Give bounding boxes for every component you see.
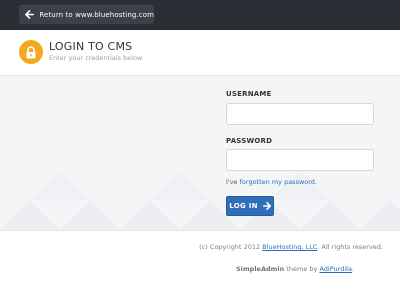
theme-name: SimpleAdmin — [235, 265, 285, 273]
forgot-password-text: I've forgotten my password. — [226, 178, 317, 186]
copyright-suffix: . All rights reserved. — [317, 243, 383, 251]
company-link[interactable]: BlueHosting, LLC — [262, 243, 317, 251]
arrow-left-icon — [25, 10, 35, 20]
username-label: USERNAME — [226, 90, 272, 98]
page-header: LOGIN TO CMS Enter your credentials belo… — [0, 30, 400, 76]
background-pattern — [0, 170, 400, 230]
username-input[interactable] — [226, 103, 374, 125]
return-to-site-label: Return to www.bluehosting.com — [39, 10, 154, 19]
forgot-password-link[interactable]: forgotten my password — [240, 178, 315, 186]
login-button[interactable]: LOG IN — [226, 196, 274, 216]
top-bar: Return to www.bluehosting.com — [0, 0, 400, 30]
copyright-text: (c) Copyright 2012 BlueHosting, LLC. All… — [199, 243, 383, 251]
page-title: LOGIN TO CMS — [49, 40, 133, 53]
copyright-prefix: (c) Copyright 2012 — [199, 243, 263, 251]
arrow-right-icon — [262, 202, 271, 210]
lock-icon — [19, 40, 43, 64]
return-to-site-button[interactable]: Return to www.bluehosting.com — [19, 5, 154, 24]
page-subtitle: Enter your credentials below — [49, 54, 143, 62]
forgot-prefix: I've — [226, 178, 240, 186]
page-footer: (c) Copyright 2012 BlueHosting, LLC. All… — [0, 231, 400, 300]
author-link[interactable]: AdiPurdila — [319, 265, 351, 273]
theme-suffix: . — [351, 265, 354, 273]
login-button-label: LOG IN — [229, 202, 258, 210]
theme-middle: theme by — [284, 265, 320, 273]
password-input[interactable] — [226, 149, 374, 171]
theme-credit: SimpleAdmin theme by AdiPurdila. — [236, 265, 354, 273]
forgot-suffix: . — [314, 178, 318, 186]
login-panel: USERNAME PASSWORD I've forgotten my pass… — [0, 76, 400, 231]
password-label: PASSWORD — [226, 137, 273, 145]
